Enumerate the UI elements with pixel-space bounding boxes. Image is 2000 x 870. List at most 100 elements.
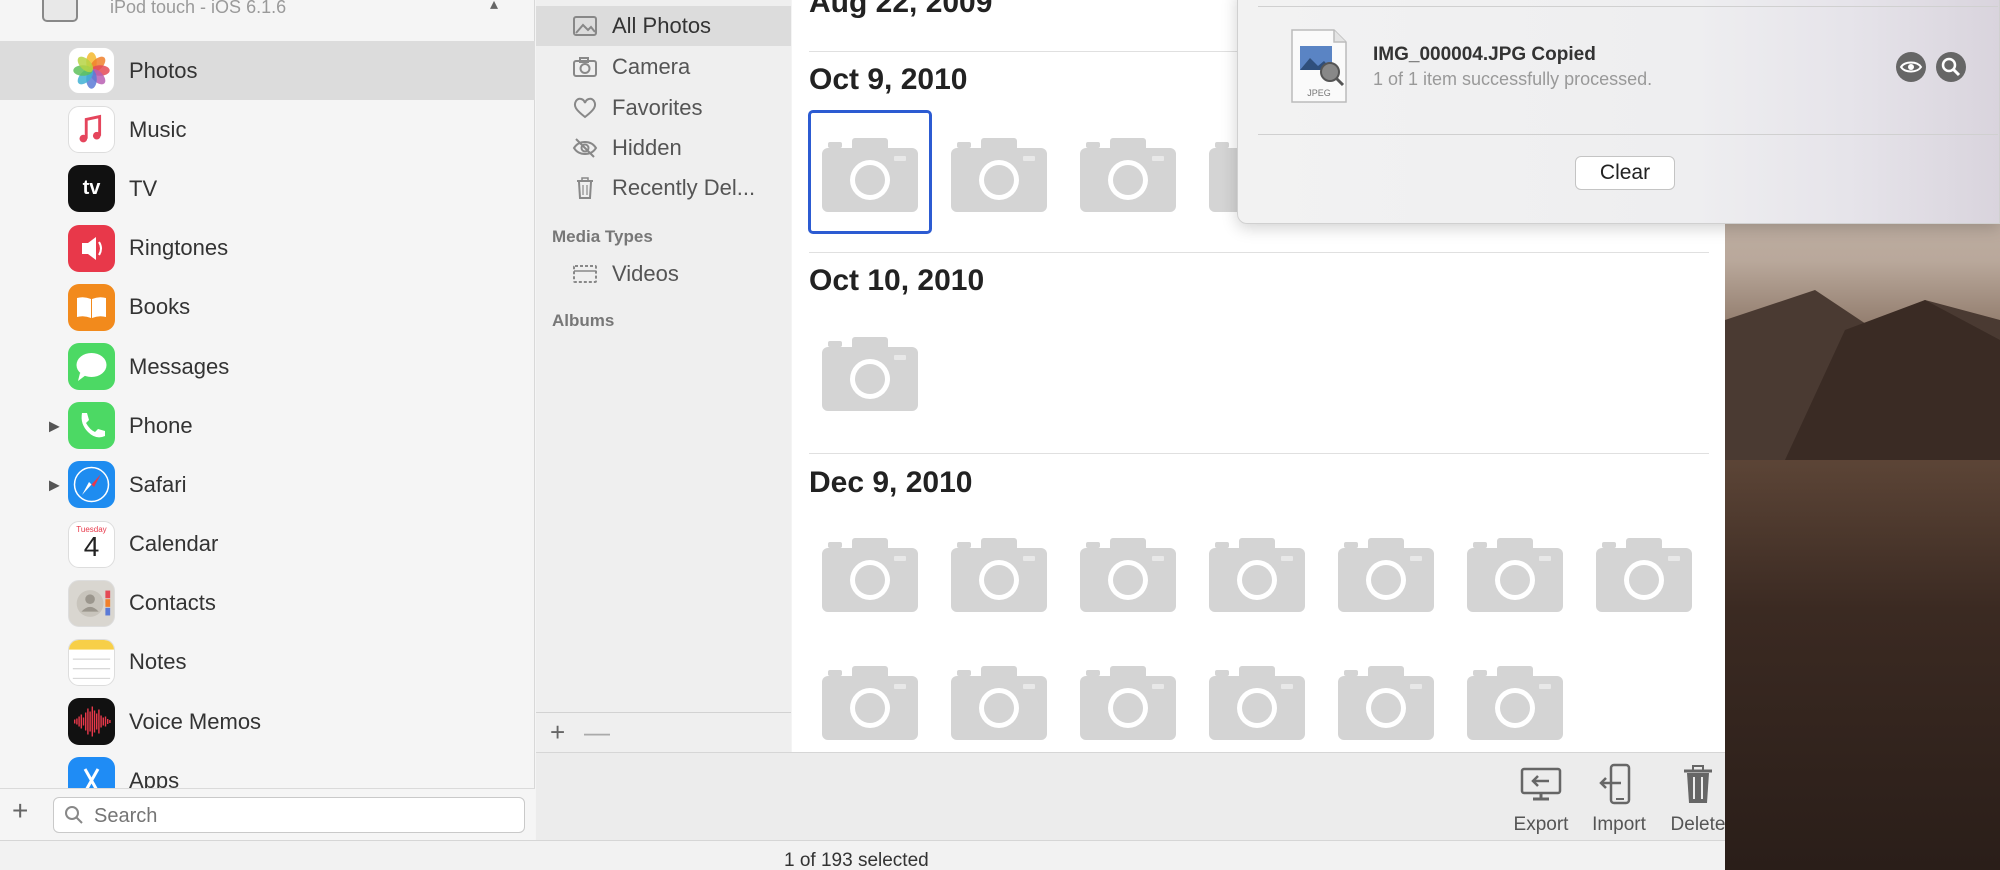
bottom-toolbar: Export Import Delete [536, 752, 1725, 840]
magnifier-icon [1941, 57, 1961, 77]
add-album-button[interactable]: + [550, 717, 565, 748]
nav-footer: + — [536, 712, 791, 752]
copy-notification: JPEG IMG_000004.JPG Copied 1 of 1 item s… [1237, 0, 2000, 224]
reveal-button[interactable] [1896, 52, 1926, 82]
photos-nav: All Photos Camera Favorites Hidden Recen… [536, 0, 791, 752]
nav-item-favorites[interactable]: Favorites [536, 88, 791, 128]
sidebar-item-safari[interactable]: ▶ Safari [0, 455, 535, 514]
disclosure-triangle-icon[interactable]: ▶ [49, 476, 60, 493]
sidebar-item-label: Photos [129, 57, 198, 83]
photo-thumbnail[interactable] [1338, 538, 1434, 612]
sidebar-item-label: Calendar [129, 531, 219, 557]
calendar-app-icon: Tuesday 4 [68, 520, 115, 568]
device-name: iPod touch - iOS 6.1.6 [110, 0, 287, 17]
device-sidebar: iPod touch - iOS 6.1.6 ▴ Photos Music tv TV… [0, 0, 535, 840]
sidebar-item-phone[interactable]: ▶ Phone [0, 396, 535, 455]
nav-label: Recently Del... [612, 175, 756, 200]
nav-label: Favorites [612, 95, 703, 120]
date-header: Oct 10, 2010 [809, 264, 985, 297]
sidebar-item-label: Notes [129, 649, 187, 675]
photo-icon [573, 16, 597, 36]
photo-thumbnail[interactable] [822, 337, 918, 411]
import-icon [1599, 763, 1631, 805]
photo-thumbnail[interactable] [1338, 666, 1434, 740]
nav-item-videos[interactable]: Videos [536, 254, 791, 294]
sidebar-item-label: Safari [129, 471, 187, 497]
trash-icon [577, 177, 593, 199]
sidebar-item-label: Voice Memos [129, 708, 262, 734]
mountain-wallpaper [1725, 290, 2000, 460]
sidebar-item-voice-memos[interactable]: Voice Memos [0, 692, 535, 751]
import-button[interactable]: Import [1579, 763, 1659, 836]
add-button[interactable]: + [12, 797, 28, 825]
photo-thumbnail[interactable] [1080, 666, 1176, 740]
film-icon [573, 265, 597, 283]
search-icon [65, 806, 83, 824]
sidebar-item-calendar[interactable]: Tuesday 4 Calendar [0, 515, 535, 574]
photo-thumbnail[interactable] [951, 138, 1047, 212]
show-in-finder-button[interactable] [1936, 52, 1966, 82]
nav-item-recently-deleted[interactable]: Recently Del... [536, 168, 791, 208]
photo-thumbnail[interactable] [951, 666, 1047, 740]
photo-thumbnail[interactable] [822, 666, 918, 740]
nav-item-camera[interactable]: Camera [536, 47, 791, 87]
camera-icon [573, 57, 597, 77]
photos-app-icon [68, 47, 115, 95]
photo-thumbnail[interactable] [1467, 666, 1563, 740]
tv-icon-text: tv [82, 177, 101, 200]
sidebar-item-label: Music [129, 116, 187, 142]
date-header: Oct 9, 2010 [809, 63, 968, 96]
export-label: Export [1513, 814, 1569, 835]
sidebar-item-messages[interactable]: Messages [0, 337, 535, 396]
device-header[interactable]: iPod touch - iOS 6.1.6 ▴ [0, 0, 535, 40]
sidebar-item-notes[interactable]: Notes [0, 633, 535, 692]
sidebar-item-tv[interactable]: tv TV [0, 159, 535, 218]
photo-thumbnail[interactable] [1080, 138, 1176, 212]
photo-thumbnail[interactable] [1080, 538, 1176, 612]
remove-album-button[interactable]: — [584, 717, 610, 748]
import-label: Import [1592, 814, 1646, 835]
export-icon [1520, 767, 1562, 801]
date-header: Dec 9, 2010 [809, 466, 973, 499]
nav-item-all-photos[interactable]: All Photos [536, 6, 791, 46]
clear-button[interactable]: Clear [1575, 156, 1675, 190]
sidebar-item-label: Contacts [129, 590, 216, 616]
photo-thumbnail[interactable] [951, 538, 1047, 612]
heart-icon [573, 97, 597, 119]
albums-header[interactable]: Albums [552, 311, 614, 331]
group-separator [809, 252, 1709, 253]
photo-thumbnail[interactable] [1467, 538, 1563, 612]
trash-icon [1684, 765, 1712, 803]
sidebar-item-photos[interactable]: Photos [0, 41, 535, 101]
search-input[interactable] [94, 802, 514, 830]
sidebar-item-ringtones[interactable]: Ringtones [0, 219, 535, 278]
nav-label: All Photos [612, 13, 712, 38]
photo-thumbnail[interactable] [1209, 666, 1305, 740]
disclosure-triangle-icon[interactable]: ▶ [49, 417, 60, 434]
divider [1258, 134, 1998, 135]
sidebar-item-label: Ringtones [129, 235, 229, 261]
media-types-header: Media Types [552, 227, 653, 246]
sidebar-list: Photos Music tv TV Ringtones Books Messages ▶ Ph… [0, 41, 535, 810]
sidebar-item-label: TV [129, 175, 158, 201]
search-field[interactable] [53, 797, 525, 833]
export-button[interactable]: Export [1501, 763, 1581, 836]
photo-thumbnail[interactable] [1209, 538, 1305, 612]
sidebar-item-books[interactable]: Books [0, 278, 535, 337]
delete-label: Delete [1670, 814, 1726, 835]
phone-app-icon [68, 402, 115, 450]
messages-app-icon [68, 343, 115, 391]
delete-button[interactable]: Delete [1658, 763, 1738, 836]
photo-thumbnail[interactable] [822, 538, 918, 612]
sidebar-item-music[interactable]: Music [0, 100, 535, 159]
sidebar-item-contacts[interactable]: Contacts [0, 574, 535, 633]
notification-subtitle: 1 of 1 item successfully processed. [1373, 69, 1653, 89]
photo-thumbnail[interactable] [1596, 538, 1692, 612]
nav-item-hidden[interactable]: Hidden [536, 128, 791, 168]
safari-app-icon [68, 461, 115, 509]
jpeg-file-icon: JPEG [1291, 29, 1347, 103]
group-separator [809, 453, 1709, 454]
music-app-icon [68, 106, 115, 154]
device-eject-icon[interactable]: ▴ [490, 0, 498, 14]
file-type-label: JPEG [1307, 88, 1331, 98]
